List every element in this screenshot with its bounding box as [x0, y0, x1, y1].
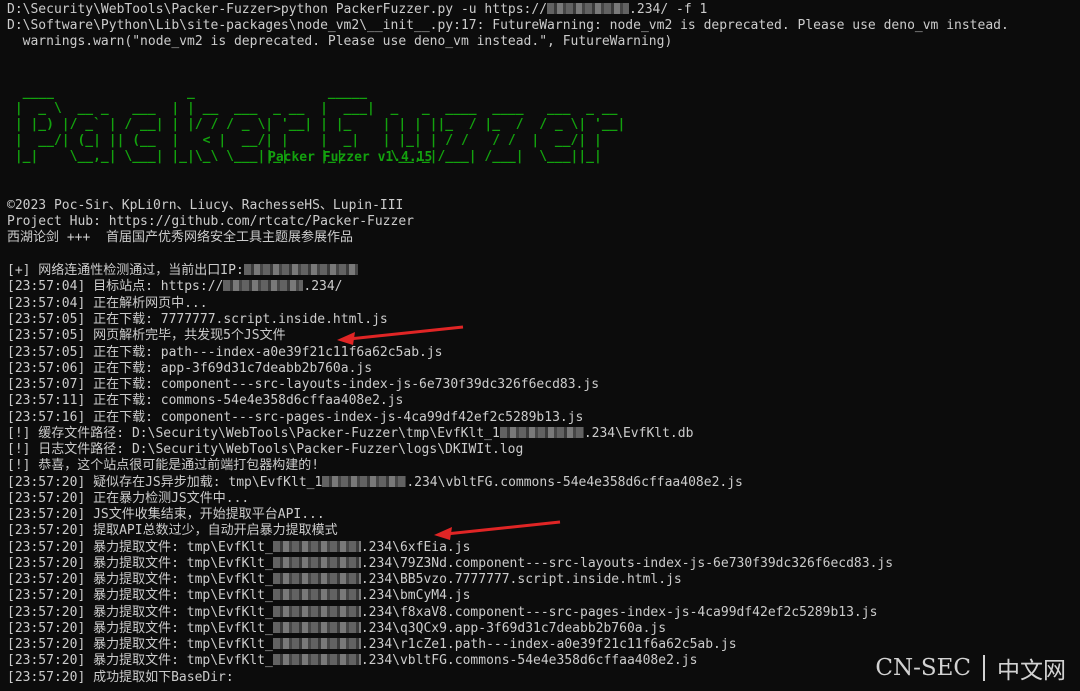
- line-suffix: .234\bmCyM4.js: [360, 588, 471, 603]
- redacted-ip-block: [272, 654, 361, 665]
- line-text: [23:57:05] 网页解析完毕，共发现5个JS文件: [7, 328, 286, 343]
- line-text: [23:57:16] 正在下载: component---src-pages-i…: [7, 410, 584, 425]
- terminal-line: [23:57:20] 暴力提取文件: tmp\EvfKlt_ .234\f8xaV…: [7, 605, 877, 621]
- redacted-ip-block: [272, 557, 361, 568]
- watermark-right: 中文网: [997, 658, 1066, 684]
- watermark-left: CN-SEC: [875, 655, 971, 681]
- watermark: CN-SEC 中文网: [875, 651, 1066, 685]
- terminal-line: [23:57:20] 暴力提取文件: tmp\EvfKlt_ .234\q3QCx…: [7, 621, 666, 637]
- terminal-line: [23:57:20] 正在暴力检测JS文件中...: [7, 491, 249, 507]
- terminal-window[interactable]: ____ _ _____ | _ \ __ _ ___ | | __ ___ _…: [0, 0, 1080, 691]
- line-text: [23:57:06] 正在下载: app-3f69d31c7deabb2b760…: [7, 361, 373, 376]
- line-text: Project Hub: https://github.com/rtcatc/P…: [7, 214, 414, 229]
- terminal-line: warnings.warn("node_vm2 is deprecated. P…: [7, 34, 673, 50]
- line-text: [!] 日志文件路径: D:\Security\WebTools\Packer-…: [7, 442, 524, 457]
- terminal-line: [!] 日志文件路径: D:\Security\WebTools\Packer-…: [7, 442, 523, 458]
- redacted-ip-block: [272, 541, 361, 552]
- terminal-line: [23:57:05] 网页解析完毕，共发现5个JS文件: [7, 328, 286, 344]
- line-text: [23:57:20] 暴力提取文件: tmp\EvfKlt_: [7, 621, 273, 636]
- line-suffix: .234\BB5vzo.7777777.script.inside.html.j…: [360, 572, 682, 587]
- redacted-ip-block: [243, 264, 358, 275]
- line-suffix: .234/: [303, 279, 343, 294]
- redacted-ip-block: [272, 573, 361, 584]
- line-text: [23:57:20] 提取API总数过少，自动开启暴力提取模式: [7, 523, 338, 538]
- watermark-separator: [983, 655, 985, 681]
- redacted-ip-block: [272, 638, 361, 649]
- line-text: [23:57:20] 暴力提取文件: tmp\EvfKlt_: [7, 540, 273, 555]
- terminal-line: [23:57:20] 暴力提取文件: tmp\EvfKlt_ .234\r1cZe…: [7, 637, 737, 653]
- redacted-ip-block: [547, 3, 630, 14]
- terminal-line: [23:57:20] 提取API总数过少，自动开启暴力提取模式: [7, 523, 338, 539]
- line-suffix: .234\f8xaV8.component---src-pages-index-…: [360, 605, 878, 620]
- line-suffix: .234/ -f 1: [629, 2, 708, 17]
- terminal-line: 西湖论剑 +++ 首届国产优秀网络安全工具主题展参展作品: [7, 230, 353, 246]
- terminal-line: [23:57:05] 正在下载: path---index-a0e39f21c1…: [7, 345, 443, 361]
- terminal-line: [23:57:20] 暴力提取文件: tmp\EvfKlt_ .234\79Z3N…: [7, 556, 893, 572]
- line-text: [23:57:20] JS文件收集结束，开始提取平台API...: [7, 507, 325, 522]
- redacted-ip-block: [322, 476, 407, 487]
- line-text: ©2023 Poc-Sir、KpLi0rn、Liucy、RachesseHS、L…: [7, 198, 404, 213]
- terminal-line: [+] 网络连通性检测通过，当前出口IP:: [7, 263, 358, 279]
- line-text: [!] 缓存文件路径: D:\Security\WebTools\Packer-…: [7, 426, 500, 441]
- line-text: D:\Security\WebTools\Packer-Fuzzer>pytho…: [7, 2, 548, 17]
- line-text: [!] 恭喜，这个站点很可能是通过前端打包器构建的!: [7, 458, 320, 473]
- terminal-line: D:\Security\WebTools\Packer-Fuzzer>pytho…: [7, 2, 707, 18]
- terminal-line: [23:57:04] 正在解析网页中...: [7, 296, 208, 312]
- terminal-line: [23:57:20] 暴力提取文件: tmp\EvfKlt_ .234\6xfEi…: [7, 540, 470, 556]
- line-text: warnings.warn("node_vm2 is deprecated. P…: [7, 34, 673, 49]
- line-text: [23:57:20] 暴力提取文件: tmp\EvfKlt_: [7, 653, 273, 668]
- terminal-line: [23:57:06] 正在下载: app-3f69d31c7deabb2b760…: [7, 361, 372, 377]
- banner-version: Packer Fuzzer v1.4.15: [268, 150, 433, 165]
- line-text: [23:57:07] 正在下载: component---src-layouts…: [7, 377, 600, 392]
- terminal-line: [23:57:20] 疑似存在JS异步加载: tmp\EvfKlt_1 .234\…: [7, 475, 743, 491]
- line-text: [23:57:20] 疑似存在JS异步加载: tmp\EvfKlt_1: [7, 475, 323, 490]
- line-text: 西湖论剑 +++ 首届国产优秀网络安全工具主题展参展作品: [7, 230, 353, 245]
- terminal-line: [23:57:20] 暴力提取文件: tmp\EvfKlt_ .234\bmCyM…: [7, 588, 470, 604]
- annotation-arrow-js-found: [337, 325, 464, 345]
- line-suffix: .234\79Z3Nd.component---src-layouts-inde…: [360, 556, 894, 571]
- redacted-ip-block: [499, 427, 584, 438]
- line-text: [23:57:05] 正在下载: 7777777.script.inside.h…: [7, 312, 388, 327]
- terminal-line: [23:57:20] 成功提取如下BaseDir:: [7, 670, 234, 686]
- line-text: [23:57:20] 正在暴力检测JS文件中...: [7, 491, 250, 506]
- terminal-line: [23:57:11] 正在下载: commons-54e4e358d6cffaa…: [7, 393, 403, 409]
- line-text: [23:57:20] 成功提取如下BaseDir:: [7, 670, 234, 685]
- annotation-arrow-brute-mode: [434, 520, 561, 540]
- redacted-ip-block: [272, 589, 361, 600]
- terminal-line: D:\Software\Python\Lib\site-packages\nod…: [7, 18, 1009, 34]
- terminal-line: [23:57:05] 正在下载: 7777777.script.inside.h…: [7, 312, 388, 328]
- terminal-line: [23:57:16] 正在下载: component---src-pages-i…: [7, 410, 583, 426]
- terminal-line: [23:57:04] 目标站点: https:// .234/: [7, 279, 343, 295]
- terminal-line: [23:57:20] JS文件收集结束，开始提取平台API...: [7, 507, 325, 523]
- line-suffix: .234\vbltFG.commons-54e4e358d6cffaa408e2…: [406, 475, 743, 490]
- redacted-ip-block: [272, 606, 361, 617]
- line-suffix: .234\6xfEia.js: [360, 540, 471, 555]
- terminal-line: [!] 缓存文件路径: D:\Security\WebTools\Packer-…: [7, 426, 693, 442]
- line-text: [23:57:20] 暴力提取文件: tmp\EvfKlt_: [7, 572, 273, 587]
- terminal-line: [!] 恭喜，这个站点很可能是通过前端打包器构建的!: [7, 458, 319, 474]
- terminal-line: Project Hub: https://github.com/rtcatc/P…: [7, 214, 414, 230]
- line-suffix: .234\vbltFG.commons-54e4e358d6cffaa408e2…: [360, 653, 698, 668]
- redacted-ip-block: [272, 622, 361, 633]
- line-text: [+] 网络连通性检测通过，当前出口IP:: [7, 263, 244, 278]
- terminal-line: ©2023 Poc-Sir、KpLi0rn、Liucy、RachesseHS、L…: [7, 198, 403, 214]
- line-text: [23:57:20] 暴力提取文件: tmp\EvfKlt_: [7, 637, 273, 652]
- terminal-line: [23:57:20] 暴力提取文件: tmp\EvfKlt_ .234\vbltF…: [7, 653, 697, 669]
- line-suffix: .234\q3QCx9.app-3f69d31c7deabb2b760a.js: [360, 621, 667, 636]
- line-text: [23:57:04] 目标站点: https://: [7, 279, 224, 294]
- line-text: [23:57:05] 正在下载: path---index-a0e39f21c1…: [7, 345, 443, 360]
- line-text: D:\Software\Python\Lib\site-packages\nod…: [7, 18, 1009, 33]
- line-text: [23:57:11] 正在下载: commons-54e4e358d6cffaa…: [7, 393, 404, 408]
- line-text: [23:57:20] 暴力提取文件: tmp\EvfKlt_: [7, 588, 273, 603]
- line-text: [23:57:20] 暴力提取文件: tmp\EvfKlt_: [7, 605, 273, 620]
- line-text: [23:57:04] 正在解析网页中...: [7, 296, 208, 311]
- line-text: [23:57:20] 暴力提取文件: tmp\EvfKlt_: [7, 556, 273, 571]
- terminal-line: [23:57:07] 正在下载: component---src-layouts…: [7, 377, 599, 393]
- redacted-ip-block: [223, 280, 304, 291]
- line-suffix: .234\EvfKlt.db: [583, 426, 694, 441]
- line-suffix: .234\r1cZe1.path---index-a0e39f21c11f6a6…: [360, 637, 737, 652]
- terminal-line: [23:57:20] 暴力提取文件: tmp\EvfKlt_ .234\BB5vz…: [7, 572, 682, 588]
